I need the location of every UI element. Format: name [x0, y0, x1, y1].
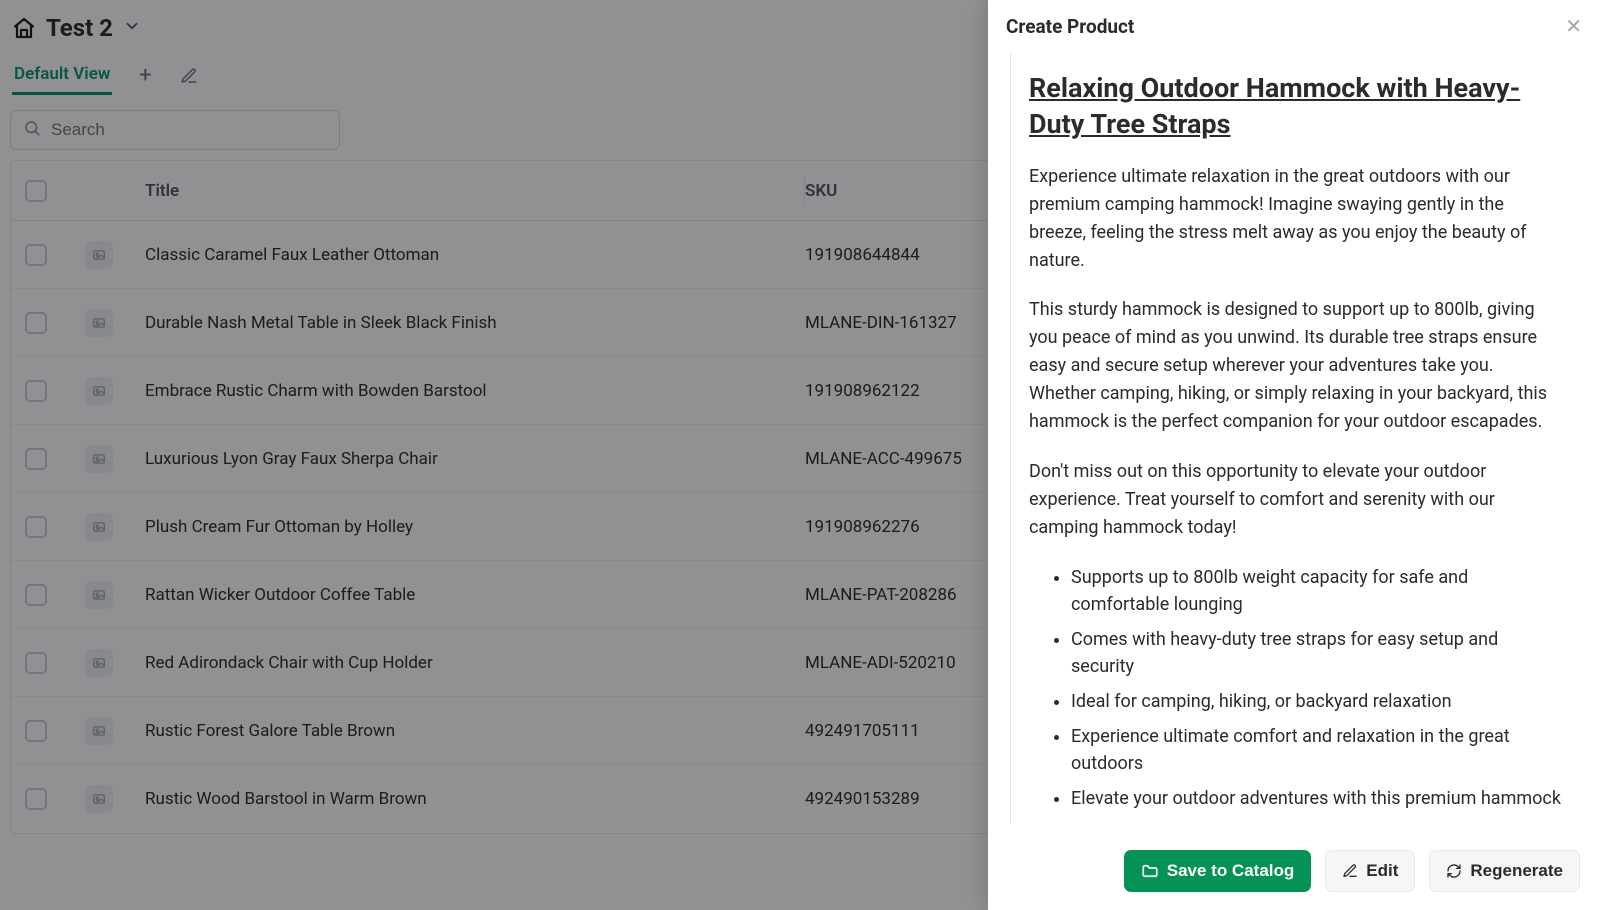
- save-button-label: Save to Catalog: [1167, 861, 1295, 881]
- refresh-icon: [1446, 863, 1462, 879]
- product-bullet: Comes with heavy-duty tree straps for ea…: [1071, 626, 1564, 680]
- product-bullet: Supports up to 800lb weight capacity for…: [1071, 564, 1564, 618]
- product-bullet: Ideal for camping, hiking, or backyard r…: [1071, 688, 1564, 715]
- folder-icon: [1141, 862, 1159, 880]
- save-to-catalog-button[interactable]: Save to Catalog: [1124, 850, 1312, 892]
- edit-button[interactable]: Edit: [1325, 850, 1415, 892]
- regenerate-button-label: Regenerate: [1470, 861, 1563, 881]
- close-icon[interactable]: ✕: [1565, 14, 1582, 38]
- product-paragraph: Don't miss out on this opportunity to el…: [1029, 458, 1564, 542]
- product-paragraph: This sturdy hammock is designed to suppo…: [1029, 296, 1564, 435]
- create-product-panel: Create Product ✕ Relaxing Outdoor Hammoc…: [988, 0, 1600, 910]
- product-bullet: Elevate your outdoor adventures with thi…: [1071, 785, 1564, 812]
- edit-icon: [1342, 863, 1358, 879]
- product-title: Relaxing Outdoor Hammock with Heavy-Duty…: [1029, 70, 1564, 143]
- product-bullets: Supports up to 800lb weight capacity for…: [1029, 564, 1564, 812]
- edit-button-label: Edit: [1366, 861, 1398, 881]
- product-bullet: Experience ultimate comfort and relaxati…: [1071, 723, 1564, 777]
- regenerate-button[interactable]: Regenerate: [1429, 850, 1580, 892]
- product-paragraph: Experience ultimate relaxation in the gr…: [1029, 163, 1564, 275]
- panel-title: Create Product: [1006, 15, 1134, 38]
